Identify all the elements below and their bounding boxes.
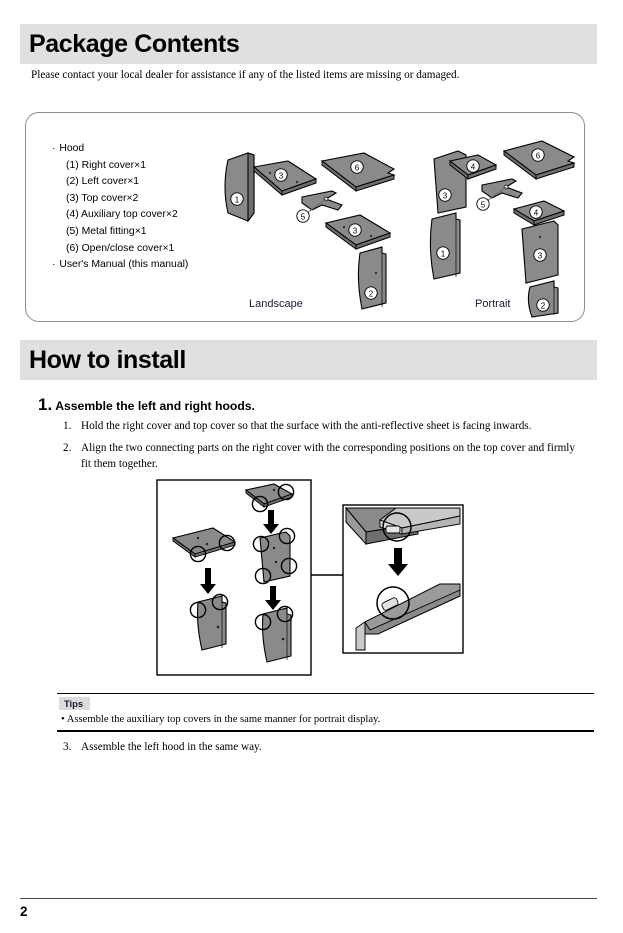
substep-text: Align the two connecting parts on the ri…	[81, 442, 576, 470]
svg-text:4: 4	[471, 162, 476, 171]
tips-box: Tips • Assemble the auxiliary top covers…	[57, 693, 594, 732]
svg-text:5: 5	[301, 212, 306, 221]
substep-text: Assemble the left hood in the same way.	[81, 741, 262, 753]
list-item: 1. Hold the right cover and top cover so…	[63, 418, 583, 434]
svg-text:1: 1	[235, 195, 240, 204]
svg-text:2: 2	[369, 289, 374, 298]
part-6-open-close-cover-portrait: 6	[502, 140, 576, 180]
substep-text: Hold the right cover and top cover so th…	[81, 420, 532, 432]
tips-bottom-rule	[57, 730, 594, 732]
part-3-top-cover-lower: 3	[324, 214, 392, 250]
substep-number: 1.	[63, 420, 72, 432]
package-contents-heading-band: Package Contents	[20, 24, 597, 64]
intro-paragraph: Please contact your local dealer for ass…	[31, 69, 460, 81]
svg-text:4: 4	[534, 208, 539, 217]
tips-label: Tips	[59, 697, 91, 711]
svg-text:3: 3	[538, 251, 543, 260]
part-2-left-cover: 2	[357, 246, 387, 310]
list-item: 2. Align the two connecting parts on the…	[63, 440, 583, 472]
install-step-3: 3. Assemble the left hood in the same wa…	[63, 741, 583, 753]
landscape-diagram: 1 3 6 5 3 2	[224, 152, 396, 310]
part-2-left-cover-portrait: 2	[527, 280, 559, 318]
footer-rule	[20, 898, 597, 900]
svg-text:3: 3	[443, 191, 448, 200]
tips-top-rule	[57, 693, 594, 695]
part-5-metal-fitting: 5	[296, 190, 343, 223]
part-1-right-cover-portrait: 1	[429, 212, 461, 280]
portrait-diagram: 3 4 6 5 4 1 3 2	[429, 140, 576, 318]
exploded-parts-illustration: 1 3 6 5 3 2 3 4 6 5 4 1 3 2	[224, 140, 576, 318]
svg-text:3: 3	[279, 171, 284, 180]
svg-text:3: 3	[353, 226, 358, 235]
assembly-illustration	[156, 479, 464, 676]
svg-text:6: 6	[536, 151, 541, 160]
svg-text:1: 1	[441, 249, 446, 258]
substep-number: 2.	[63, 442, 72, 454]
callout-detail-panel	[342, 504, 464, 654]
part-1-right-cover: 1	[224, 152, 255, 223]
svg-text:2: 2	[541, 301, 546, 310]
install-step-1-title: 1. Assemble the left and right hoods.	[38, 396, 578, 413]
part-6-open-close-cover: 6	[320, 152, 396, 193]
landscape-label: Landscape	[249, 298, 303, 310]
svg-text:5: 5	[481, 200, 486, 209]
page-title-how-to-install: How to install	[29, 345, 186, 374]
how-to-install-heading-band: How to install	[20, 340, 597, 380]
part-5-metal-fitting-portrait: 5	[476, 178, 523, 211]
svg-text:6: 6	[355, 163, 360, 172]
page-title-package-contents: Package Contents	[29, 29, 240, 58]
substep-number: 3.	[63, 741, 72, 753]
step-title-text: Assemble the left and right hoods.	[55, 399, 255, 413]
page-number: 2	[20, 904, 28, 919]
portrait-label: Portrait	[475, 298, 511, 310]
part-3-top-cover-portrait-right: 3	[521, 220, 559, 284]
tips-bullet: • Assemble the auxiliary top covers in t…	[61, 714, 381, 726]
package-contents-panel: · Hood (1) Right cover×1 (2) Left cover×…	[25, 112, 585, 322]
part-3-top-cover-upper: 3	[252, 160, 318, 197]
install-substeps: 1. Hold the right cover and top cover so…	[63, 418, 583, 478]
part-4-auxiliary-top-cover-lower: 4	[512, 200, 566, 226]
step-number: 1.	[38, 395, 53, 414]
